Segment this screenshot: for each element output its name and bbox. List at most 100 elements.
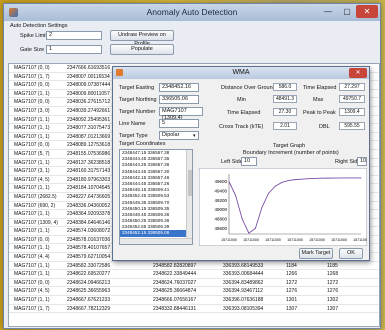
right-side-input[interactable]: 10 — [357, 157, 367, 166]
table-cell: MAG7107 (4, 5) — [14, 176, 50, 183]
undraw-preview-button[interactable]: Undraw Preview on Profile — [110, 30, 174, 47]
table-cell: 2348077.31075473 — [67, 125, 111, 132]
data-point — [274, 185, 276, 187]
minimize-button[interactable]: — — [320, 5, 336, 18]
table-cell: MAG7107 (1, 1) — [14, 211, 50, 218]
target-number-label: Target Number — [119, 109, 156, 115]
y-tick-label: 49600 — [214, 179, 227, 184]
dbl-value: 595.55 — [339, 122, 365, 130]
left-side-input[interactable]: 10 — [241, 157, 257, 166]
table-cell: 2348227.64736605 — [67, 193, 111, 200]
table-cell: MAG7107 (1, 1) — [14, 228, 50, 235]
table-row[interactable]: MAG7107 (4, 5) 2348625.36655963 2348625.36… — [9, 287, 379, 297]
table-cell: MAG7107 (1, 1) — [14, 185, 50, 192]
spike-limit-input[interactable]: 2 — [46, 31, 102, 40]
data-point — [261, 206, 263, 208]
table-cell: 2348625.36655963 — [67, 288, 111, 295]
populate-button[interactable]: Populate — [110, 44, 174, 55]
table-cell: 2348622.33849444 — [153, 271, 197, 278]
table-cell: 2348087.01213669 — [67, 133, 111, 140]
table-row[interactable]: MAG7107 (1, 7) 2348667.78212329 2348332.88… — [9, 305, 379, 314]
x-tick-label: 15711000 — [243, 238, 259, 242]
data-point — [327, 177, 329, 179]
table-cell: 2348574.03608072 — [67, 228, 111, 235]
target-type-label: Target Type — [119, 133, 148, 139]
table-cell: 2348624.09466213 — [67, 279, 111, 286]
wma-title: WMA — [232, 69, 250, 76]
coordinate-item[interactable]: 2348452.15 336505.06 — [120, 230, 192, 237]
scroll-thumb[interactable] — [188, 170, 192, 196]
table-cell: MAG7107 (0, 0) — [14, 65, 50, 71]
table-cell: 1307 — [327, 305, 339, 312]
wma-title-bar[interactable]: WMA ✕ — [113, 67, 369, 79]
chevron-down-icon[interactable]: ▾ — [193, 133, 196, 139]
table-cell: MAG7107 (0, 0) — [14, 142, 50, 149]
distance-over-ground-label: Distance Over Ground — [221, 85, 276, 91]
table-cell: MAG7107 (0, 0) — [14, 236, 50, 243]
table-cell: 1302 — [327, 297, 339, 304]
table-cell: 2348089.12753618 — [67, 142, 111, 149]
target-northing-field[interactable]: 336505.06 — [159, 95, 199, 104]
table-cell: MAG7107 (4, 5) — [14, 288, 50, 295]
table-row[interactable]: MAG7107 (1, 1) 2348582.33072586 2348582.82… — [9, 262, 379, 271]
table-cell: 2348666.07656167 — [153, 297, 197, 304]
line-name-field[interactable]: 5 — [159, 119, 199, 128]
table-cell: 2348336.04360052 — [67, 202, 111, 209]
table-cell: 2348160.31757143 — [67, 168, 111, 175]
ok-button[interactable]: OK — [339, 248, 363, 259]
table-cell: 336394.83489862 — [223, 279, 264, 286]
table-cell: 2348180.97963303 — [67, 176, 111, 183]
table-cell: 1272 — [286, 279, 298, 286]
table-cell: 2348007.00116534 — [67, 73, 110, 80]
table-cell: 1307 — [286, 305, 298, 312]
data-point — [301, 178, 303, 180]
table-cell: MAG7107 (1, 7) — [14, 73, 50, 80]
maximize-button[interactable]: ▢ — [339, 5, 355, 18]
title-bar[interactable]: Anomaly Auto Detection — ▢ ✕ — [4, 4, 380, 21]
y-tick-label: 49400 — [214, 188, 227, 193]
table-cell: 336394.93467112 — [223, 288, 263, 295]
data-point — [254, 227, 256, 229]
target-coordinates-list[interactable]: 2348447.15 336557.38 2348444.45 336557.35… — [119, 149, 193, 245]
table-cell: 2348184.10704545 — [67, 185, 111, 192]
distance-over-ground-value: 586.0 — [273, 83, 297, 91]
left-side-label: Left Side — [221, 159, 243, 165]
table-row[interactable]: MAG7107 (1, 1) 2348667.67621233 2348666.07… — [9, 296, 379, 305]
horizontal-scrollbar[interactable] — [120, 238, 192, 244]
table-row[interactable]: MAG7107 (0, 0) 2348624.09466213 2348624.76… — [9, 279, 379, 288]
table-row[interactable]: MAG7107 (1, 1) 2348622.69520277 2348622.33… — [9, 270, 379, 279]
wma-close-button[interactable]: ✕ — [349, 68, 367, 78]
wma-icon — [116, 69, 123, 76]
min-value: 48491.3 — [273, 95, 297, 103]
table-cell: MAG7107 (1, 7) — [14, 305, 50, 312]
target-easting-field[interactable]: 2348452.16 — [159, 83, 199, 92]
table-cell: 2348622.69520277 — [67, 271, 111, 278]
gate-size-input[interactable]: 1 — [46, 45, 102, 54]
settings-label: Auto Detection Settings — [10, 23, 68, 29]
y-tick-label: 48600 — [214, 226, 227, 231]
table-cell: MAG7107 (1, 1) — [14, 133, 50, 140]
gate-size-label: Gate Size — [20, 47, 45, 53]
mark-target-button[interactable]: Mark Target — [299, 248, 333, 259]
vertical-scrollbar[interactable] — [186, 150, 192, 244]
time-elapsed2-label: Time Elapsed — [227, 110, 261, 116]
table-cell: MAG7107 (1, 1) — [14, 159, 50, 166]
table-cell: 1272 — [327, 279, 339, 286]
target-number-field[interactable]: MAG7107 (1309.4) — [159, 107, 203, 121]
graph-title: Target Graph — [273, 143, 306, 149]
wma-dialog: WMA ✕ Target Easting 2348452.16 Target N… — [112, 66, 370, 261]
data-point — [235, 195, 237, 197]
coordinate-items: 2348447.15 336557.38 2348444.45 336557.35… — [120, 150, 192, 237]
table-cell: 1276 — [327, 288, 339, 295]
data-point — [353, 177, 355, 179]
spike-limit-label: Spike Limit — [20, 33, 47, 39]
table-cell: MAG7107 (2682.5) — [14, 193, 57, 200]
close-button[interactable]: ✕ — [356, 5, 378, 18]
table-cell: MAG7107 (1, 1) — [14, 125, 50, 132]
table-cell: MAG7107 (1, 1) — [14, 116, 50, 123]
table-cell: MAG7107 (1, 1) — [14, 297, 50, 304]
table-cell: 2348036.27615712 — [67, 99, 111, 106]
y-tick-label: 49200 — [214, 198, 227, 203]
x-tick-label: 15711000 — [309, 238, 325, 242]
main-window: Anomaly Auto Detection — ▢ ✕ Auto Detect… — [3, 3, 381, 329]
